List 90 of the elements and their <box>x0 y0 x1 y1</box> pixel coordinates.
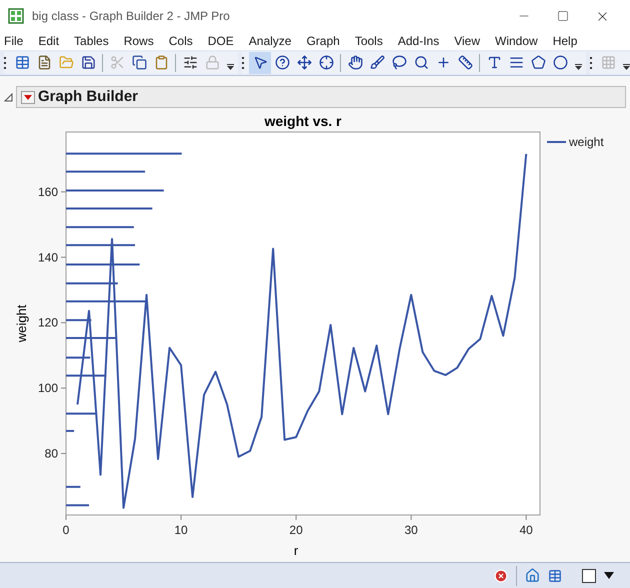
x-tick-label: 30 <box>404 523 418 537</box>
grid-icon <box>600 55 616 70</box>
ruler-icon <box>458 55 472 70</box>
menu-item[interactable]: Graph <box>306 35 340 47</box>
horizontal-segment <box>66 412 98 415</box>
x-tick-label: 40 <box>520 523 534 537</box>
menu-item[interactable]: DOE <box>208 35 234 47</box>
y-tick: 160 <box>38 184 66 199</box>
menu-item[interactable]: File <box>4 35 24 47</box>
lasso-icon <box>392 55 406 70</box>
checkbox[interactable] <box>582 568 596 582</box>
table-icon[interactable] <box>548 568 562 582</box>
horizontal-segment <box>66 430 74 432</box>
menu-item[interactable]: Help <box>552 35 578 47</box>
menu-item[interactable]: Rows <box>124 35 154 47</box>
x-tick-label: 10 <box>174 523 188 537</box>
menu-item[interactable]: Cols <box>168 35 193 47</box>
y-axis-label: weight <box>14 304 29 342</box>
horizontal-segment <box>66 356 90 359</box>
collapse-triangle-icon[interactable] <box>4 92 13 102</box>
legend-label: weight <box>569 135 604 149</box>
pointer-tool[interactable] <box>249 52 271 74</box>
x-tick: 40 <box>520 514 533 537</box>
grip-icon <box>4 56 7 70</box>
home-icon[interactable] <box>525 568 540 583</box>
menu-item[interactable]: Tools <box>354 35 383 47</box>
overflow-icon <box>227 64 234 70</box>
horizontal-segment <box>66 486 80 488</box>
y-tick-label: 120 <box>38 316 58 330</box>
y-tick: 100 <box>38 381 66 396</box>
y-tick-label: 140 <box>38 250 58 264</box>
sliders-icon <box>182 55 198 70</box>
polygon-icon <box>530 55 546 70</box>
table-icon <box>14 55 30 70</box>
window-title: big class - Graph Builder 2 - JMP Pro <box>32 8 230 25</box>
paste-icon <box>154 55 168 70</box>
horizontal-segment <box>66 282 118 284</box>
x-tick-label: 20 <box>289 523 304 537</box>
plus-icon <box>436 55 450 70</box>
brush-icon <box>370 55 384 70</box>
dropdown-arrow-icon[interactable] <box>604 572 614 579</box>
overflow-icon <box>623 64 630 70</box>
x-tick: 0 <box>62 514 70 537</box>
horizontal-segment <box>66 226 134 228</box>
report-title: Graph Builder <box>38 86 138 107</box>
horizontal-segment <box>66 504 89 506</box>
pointer-icon <box>252 55 268 70</box>
overflow-icon <box>575 64 582 70</box>
y-tick-label: 80 <box>44 446 58 461</box>
y-tick-label: 100 <box>38 381 58 396</box>
x-tick: 20 <box>289 514 303 537</box>
lines-icon <box>508 55 524 70</box>
maximize-icon[interactable] <box>557 10 569 22</box>
menu-item[interactable]: View <box>454 35 480 47</box>
menu-item[interactable]: Analyze <box>248 35 292 47</box>
folder-icon <box>58 55 74 70</box>
x-tick: 10 <box>174 514 188 537</box>
menu-item[interactable]: Tables <box>74 35 109 47</box>
search-icon <box>414 55 428 70</box>
y-tick: 120 <box>38 316 66 330</box>
grip-icon <box>242 56 245 70</box>
y-tick: 140 <box>38 250 66 264</box>
x-axis-label: r <box>294 543 298 558</box>
x-tick-label: 0 <box>62 523 70 537</box>
menu-item[interactable]: Add-Ins <box>398 35 440 47</box>
x-tick: 30 <box>404 514 418 537</box>
hand-icon <box>348 55 362 70</box>
horizontal-segment <box>66 337 117 340</box>
chart-title: weight vs. r <box>264 113 342 129</box>
menu-item[interactable]: Edit <box>38 35 60 47</box>
cut-icon <box>110 55 124 70</box>
save-icon <box>80 55 96 70</box>
text-tool-icon <box>486 55 502 70</box>
document-icon <box>36 55 52 70</box>
y-tick-label: 160 <box>38 184 58 199</box>
target-icon <box>318 55 334 70</box>
copy-icon <box>132 55 146 70</box>
error-icon[interactable] <box>494 568 508 582</box>
menu-item[interactable]: Window <box>495 35 538 47</box>
horizontal-segment <box>66 319 92 322</box>
app-grid-icon <box>8 8 24 24</box>
grip-icon <box>590 56 593 70</box>
help-icon <box>274 55 290 70</box>
options-menu-button[interactable] <box>21 90 35 104</box>
dropdown-triangle-icon <box>24 94 32 100</box>
ellipse-icon <box>552 55 568 70</box>
y-tick: 80 <box>44 446 66 460</box>
lock-icon <box>204 55 220 70</box>
horizontal-segment <box>66 244 136 246</box>
horizontal-segment <box>66 374 106 377</box>
